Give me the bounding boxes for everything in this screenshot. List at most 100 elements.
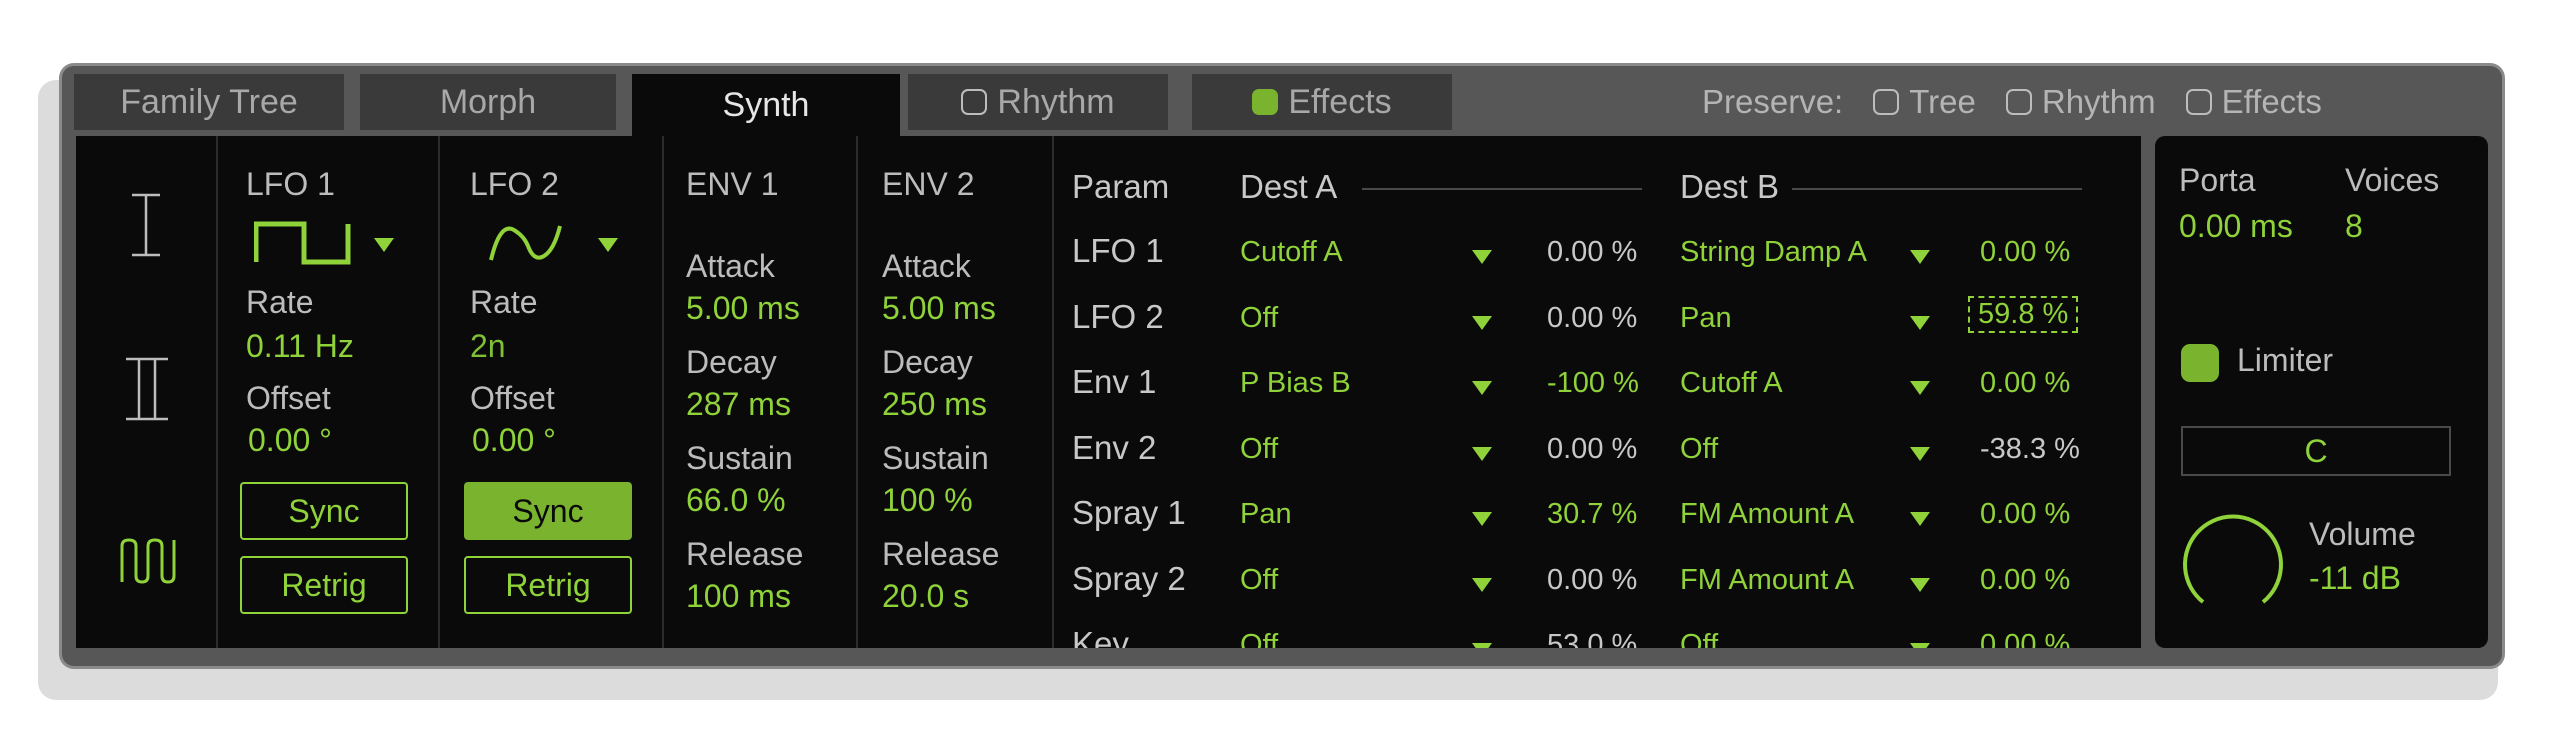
dest-a-dropdown-arrow[interactable] <box>1472 250 1492 264</box>
dest-a-amount[interactable]: 30.7 % <box>1547 498 1637 531</box>
porta-value[interactable]: 0.00 ms <box>2179 208 2293 245</box>
env1-attack-value[interactable]: 5.00 ms <box>686 290 800 327</box>
preserve-rhythm-label: Rhythm <box>2041 83 2156 120</box>
preserve-effects-checkbox[interactable] <box>2185 89 2212 115</box>
env1-release-value[interactable]: 100 ms <box>686 578 791 615</box>
tab-morph[interactable]: Morph <box>360 74 616 130</box>
env1-decay-label: Decay <box>686 344 777 380</box>
modulation-section-icon[interactable] <box>118 536 178 586</box>
dest-b-amount[interactable]: -38.3 % <box>1980 433 2080 466</box>
env2-sustain-value[interactable]: 100 % <box>882 482 973 519</box>
preserve-effects-label: Effects <box>2221 83 2322 120</box>
env1-decay-value[interactable]: 287 ms <box>686 386 791 423</box>
dest-a-dropdown-arrow[interactable] <box>1472 446 1492 461</box>
dest-b-amount[interactable]: 0.00 % <box>1980 629 2070 648</box>
dest-b-dropdown-arrow[interactable] <box>1910 381 1930 395</box>
tab-rhythm[interactable]: Rhythm <box>908 74 1168 130</box>
dest-a-amount[interactable]: 53.0 % <box>1547 629 1637 648</box>
env2-decay-value[interactable]: 250 ms <box>882 386 987 423</box>
divider <box>438 136 440 648</box>
preserve-rhythm-checkbox[interactable] <box>2005 89 2032 115</box>
env1-sustain-label: Sustain <box>686 440 793 476</box>
dest-b-dropdown-arrow[interactable] <box>1910 512 1930 526</box>
matrix-param-label: Env 1 <box>1072 363 1157 400</box>
dest-b-amount[interactable]: 0.00 % <box>1980 498 2070 531</box>
dest-b-dropdown-arrow[interactable] <box>1910 315 1930 330</box>
dest-b-select[interactable]: Pan <box>1680 302 1732 335</box>
lfo1-title: LFO 1 <box>246 166 335 202</box>
tab-synth[interactable]: Synth <box>632 74 900 136</box>
lfo2-sync-button[interactable]: Sync <box>464 482 632 540</box>
square-wave-icon[interactable] <box>254 220 354 266</box>
lfo1-rate-value[interactable]: 0.11 Hz <box>246 328 354 365</box>
volume-knob[interactable] <box>2177 506 2289 618</box>
env1-attack-label: Attack <box>686 248 775 284</box>
tab-family-tree[interactable]: Family Tree <box>74 74 344 130</box>
voices-label: Voices <box>2345 162 2440 198</box>
lfo1-sync-button[interactable]: Sync <box>240 482 408 540</box>
button-label: Retrig <box>281 566 367 603</box>
preserve-group: Preserve: Tree Rhythm Effects <box>1702 74 2322 130</box>
dest-b-select[interactable]: FM Amount A <box>1680 564 1854 597</box>
dest-a-amount[interactable]: 0.00 % <box>1547 236 1637 269</box>
dest-a-amount[interactable]: 0.00 % <box>1547 302 1637 335</box>
lfo1-shape-dropdown-arrow[interactable] <box>374 238 394 252</box>
dest-a-select[interactable]: Off <box>1240 302 1278 335</box>
dest-b-select[interactable]: String Damp A <box>1680 236 1867 269</box>
dest-b-dropdown-arrow[interactable] <box>1910 643 1930 648</box>
dest-b-dropdown-arrow[interactable] <box>1910 577 1930 592</box>
dest-a-select[interactable]: Off <box>1240 564 1278 597</box>
dest-a-dropdown-arrow[interactable] <box>1472 381 1492 395</box>
dest-b-dropdown-arrow[interactable] <box>1910 446 1930 461</box>
voices-value[interactable]: 8 <box>2345 208 2363 245</box>
dest-b-amount-focused[interactable]: 59.8 % <box>1968 295 2079 333</box>
key-selector[interactable]: C <box>2181 426 2451 476</box>
dest-b-amount[interactable]: 0.00 % <box>1980 367 2070 400</box>
lfo1-retrig-button[interactable]: Retrig <box>240 556 408 614</box>
dest-a-dropdown-arrow[interactable] <box>1472 315 1492 330</box>
lfo2-shape-dropdown-arrow[interactable] <box>598 238 618 252</box>
dest-a-select[interactable]: Cutoff A <box>1240 236 1343 269</box>
dest-a-select[interactable]: Off <box>1240 629 1278 648</box>
section-2-icon[interactable] <box>122 356 172 422</box>
dest-b-amount[interactable]: 0.00 % <box>1980 564 2070 597</box>
lfo2-retrig-button[interactable]: Retrig <box>464 556 632 614</box>
dest-b-amount[interactable]: 0.00 % <box>1980 236 2070 269</box>
lfo2-offset-value[interactable]: 0.00 ° <box>472 422 556 459</box>
dest-b-select[interactable]: Cutoff A <box>1680 367 1783 400</box>
env2-sustain-label: Sustain <box>882 440 989 476</box>
global-panel: Porta 0.00 ms Voices 8 Limiter C Volume … <box>2155 136 2488 648</box>
dest-a-amount[interactable]: -100 % <box>1547 367 1639 400</box>
lfo1-offset-value[interactable]: 0.00 ° <box>248 422 332 459</box>
dest-b-select[interactable]: Off <box>1680 629 1718 648</box>
env2-release-value[interactable]: 20.0 s <box>882 578 969 615</box>
dest-b-select[interactable]: Off <box>1680 433 1718 466</box>
dest-a-dropdown-arrow[interactable] <box>1472 643 1492 648</box>
env1-release-label: Release <box>686 536 804 572</box>
matrix-param-label: LFO 1 <box>1072 232 1164 269</box>
dest-a-select[interactable]: P Bias B <box>1240 367 1351 400</box>
matrix-param-label: Spray 1 <box>1072 494 1186 531</box>
lfo2-rate-value[interactable]: 2n <box>470 328 506 365</box>
volume-value[interactable]: -11 dB <box>2309 560 2401 597</box>
limiter-toggle[interactable] <box>2181 344 2219 382</box>
dest-a-amount[interactable]: 0.00 % <box>1547 564 1637 597</box>
button-label: Retrig <box>505 566 591 603</box>
section-1-icon[interactable] <box>126 192 166 258</box>
rhythm-checkbox[interactable] <box>961 89 988 115</box>
effects-checkbox[interactable] <box>1252 89 1279 115</box>
dest-a-select[interactable]: Pan <box>1240 498 1292 531</box>
env2-attack-value[interactable]: 5.00 ms <box>882 290 996 327</box>
dest-a-dropdown-arrow[interactable] <box>1472 512 1492 526</box>
dest-a-select[interactable]: Off <box>1240 433 1278 466</box>
tab-label: Family Tree <box>120 82 298 121</box>
dest-a-amount[interactable]: 0.00 % <box>1547 433 1637 466</box>
dest-a-dropdown-arrow[interactable] <box>1472 577 1492 592</box>
env1-sustain-value[interactable]: 66.0 % <box>686 482 786 519</box>
sine-wave-icon[interactable] <box>488 220 564 266</box>
lfo1-rate-label: Rate <box>246 284 314 320</box>
tab-effects[interactable]: Effects <box>1192 74 1452 130</box>
dest-b-dropdown-arrow[interactable] <box>1910 250 1930 264</box>
dest-b-select[interactable]: FM Amount A <box>1680 498 1854 531</box>
preserve-tree-checkbox[interactable] <box>1873 89 1900 115</box>
